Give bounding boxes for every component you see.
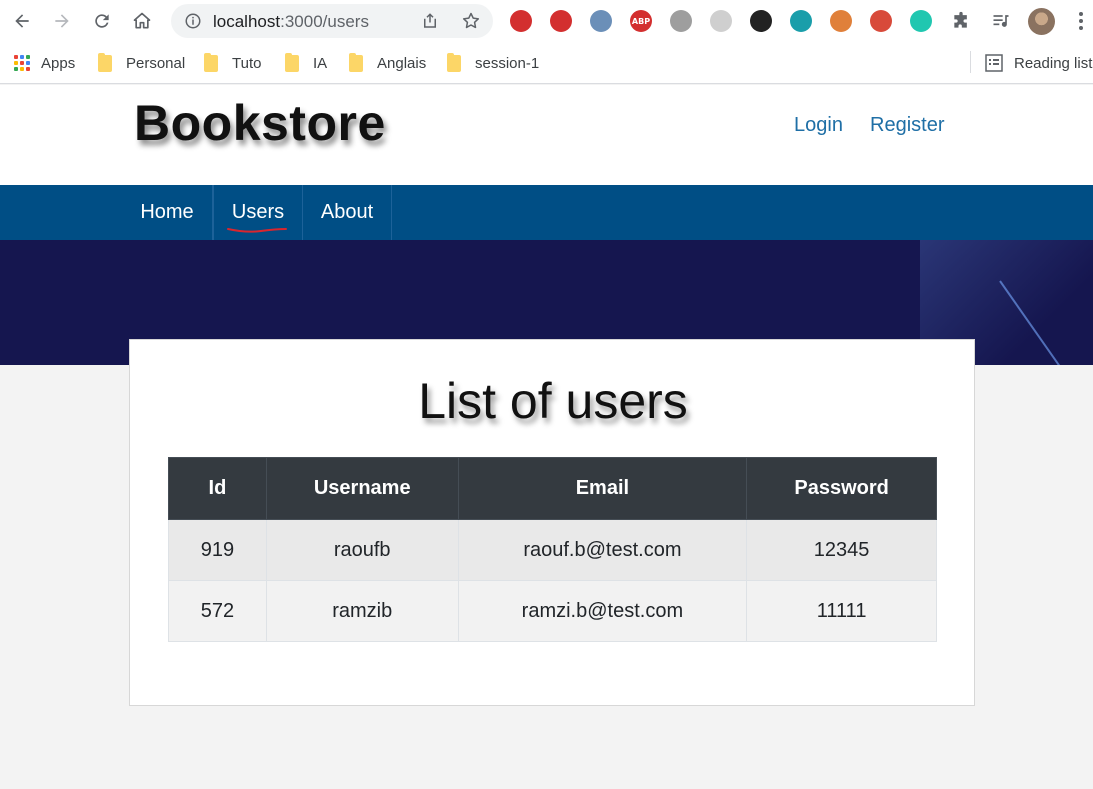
table-header-row: Id Username Email Password: [168, 457, 937, 520]
reading-list-label: Reading list: [1014, 54, 1093, 72]
bookmark-label: Tuto: [232, 54, 262, 72]
reload-icon: [95, 14, 109, 28]
table-row: 572 ramzib ramzi.b@test.com 11111: [168, 580, 937, 642]
reading-list-icon: [985, 54, 1003, 72]
ext-ring-icon[interactable]: [830, 10, 852, 32]
home-button[interactable]: [130, 9, 154, 33]
users-table: Id Username Email Password 919 raoufb ra…: [168, 457, 937, 642]
ext-square-teal-icon[interactable]: [790, 10, 812, 32]
browser-toolbar: localhost:3000/users ABP: [0, 0, 1093, 42]
media-button[interactable]: [989, 9, 1013, 33]
bookmark-label: session-1: [475, 54, 540, 72]
ext-sparkle-icon[interactable]: [910, 10, 932, 32]
cell-email: raouf.b@test.com: [457, 519, 748, 581]
site-header: Bookstore Login Register: [0, 85, 1093, 185]
info-icon[interactable]: [184, 12, 202, 30]
playlist-icon: [993, 15, 1009, 27]
folder-icon: [447, 52, 461, 72]
cell-id: 919: [168, 519, 267, 581]
bookmark-label: Anglais: [377, 54, 427, 72]
table-row: 919 raoufb raouf.b@test.com 12345: [168, 519, 937, 581]
extensions-button[interactable]: [949, 9, 973, 33]
main-nav: Home Users About: [0, 185, 1093, 240]
cell-password: 11111: [746, 580, 937, 642]
site-brand[interactable]: Bookstore: [134, 94, 386, 152]
arrow-right-icon: [55, 14, 69, 28]
cell-password: 12345: [746, 519, 937, 581]
bookmark-tuto[interactable]: Tuto: [204, 52, 262, 73]
bookmarks-separator: [970, 51, 971, 73]
folder-icon: [204, 52, 218, 72]
ext-link-icon[interactable]: [670, 10, 692, 32]
bookmark-apps[interactable]: Apps: [14, 53, 75, 73]
active-nav-underline: [227, 228, 287, 233]
home-icon: [133, 12, 151, 29]
puzzle-icon: [954, 11, 967, 28]
ext-hand-stop-icon[interactable]: [550, 10, 572, 32]
cell-id: 572: [168, 580, 267, 642]
bookmarks-bar: Apps Personal Tuto IA Anglais session-1 …: [0, 42, 1093, 84]
cell-username: raoufb: [265, 519, 459, 581]
column-header-email: Email: [457, 457, 748, 520]
ext-dotted-circle-icon[interactable]: [710, 10, 732, 32]
ext-paw-icon[interactable]: [870, 10, 892, 32]
users-card: List of users Id Username Email Password…: [129, 339, 975, 706]
nav-item-home[interactable]: Home: [122, 185, 213, 240]
column-header-id: Id: [168, 457, 267, 520]
folder-icon: [98, 52, 112, 72]
forward-button[interactable]: [50, 9, 74, 33]
star-icon[interactable]: [461, 11, 481, 31]
kebab-menu-icon[interactable]: [1072, 11, 1090, 31]
apps-grid-icon: [14, 54, 31, 72]
ext-opera-icon[interactable]: [590, 10, 612, 32]
ext-abp-icon[interactable]: ABP: [630, 10, 652, 32]
column-header-password: Password: [746, 457, 937, 520]
ext-ladybug-icon[interactable]: [510, 10, 532, 32]
url-text[interactable]: localhost:3000/users: [213, 12, 369, 32]
url-host: localhost: [213, 12, 281, 31]
reading-list-button[interactable]: Reading list: [985, 53, 1092, 73]
back-button[interactable]: [10, 9, 34, 33]
page-title: List of users: [418, 373, 688, 429]
ext-eyedropper-icon[interactable]: [750, 10, 772, 32]
bookmark-anglais[interactable]: Anglais: [349, 52, 427, 73]
bookmark-label: Apps: [41, 54, 76, 72]
address-bar[interactable]: localhost:3000/users: [171, 4, 493, 38]
bookmark-ia[interactable]: IA: [285, 52, 328, 73]
folder-icon: [349, 52, 363, 72]
bookmark-session-1[interactable]: session-1: [447, 52, 540, 73]
bookmark-personal[interactable]: Personal: [98, 52, 186, 73]
nav-item-about[interactable]: About: [303, 185, 392, 240]
bookmark-label: IA: [313, 54, 328, 72]
profile-avatar[interactable]: [1028, 8, 1055, 35]
arrow-left-icon: [15, 14, 29, 28]
cell-username: ramzib: [265, 580, 459, 642]
column-header-username: Username: [265, 457, 459, 520]
url-path: :3000/users: [280, 12, 369, 31]
bookmark-label: Personal: [126, 54, 186, 72]
share-icon[interactable]: [421, 12, 439, 30]
login-link[interactable]: Login: [794, 114, 843, 137]
reload-button[interactable]: [90, 9, 114, 33]
cell-email: ramzi.b@test.com: [457, 580, 748, 642]
register-link[interactable]: Register: [870, 114, 944, 137]
folder-icon: [285, 52, 299, 72]
